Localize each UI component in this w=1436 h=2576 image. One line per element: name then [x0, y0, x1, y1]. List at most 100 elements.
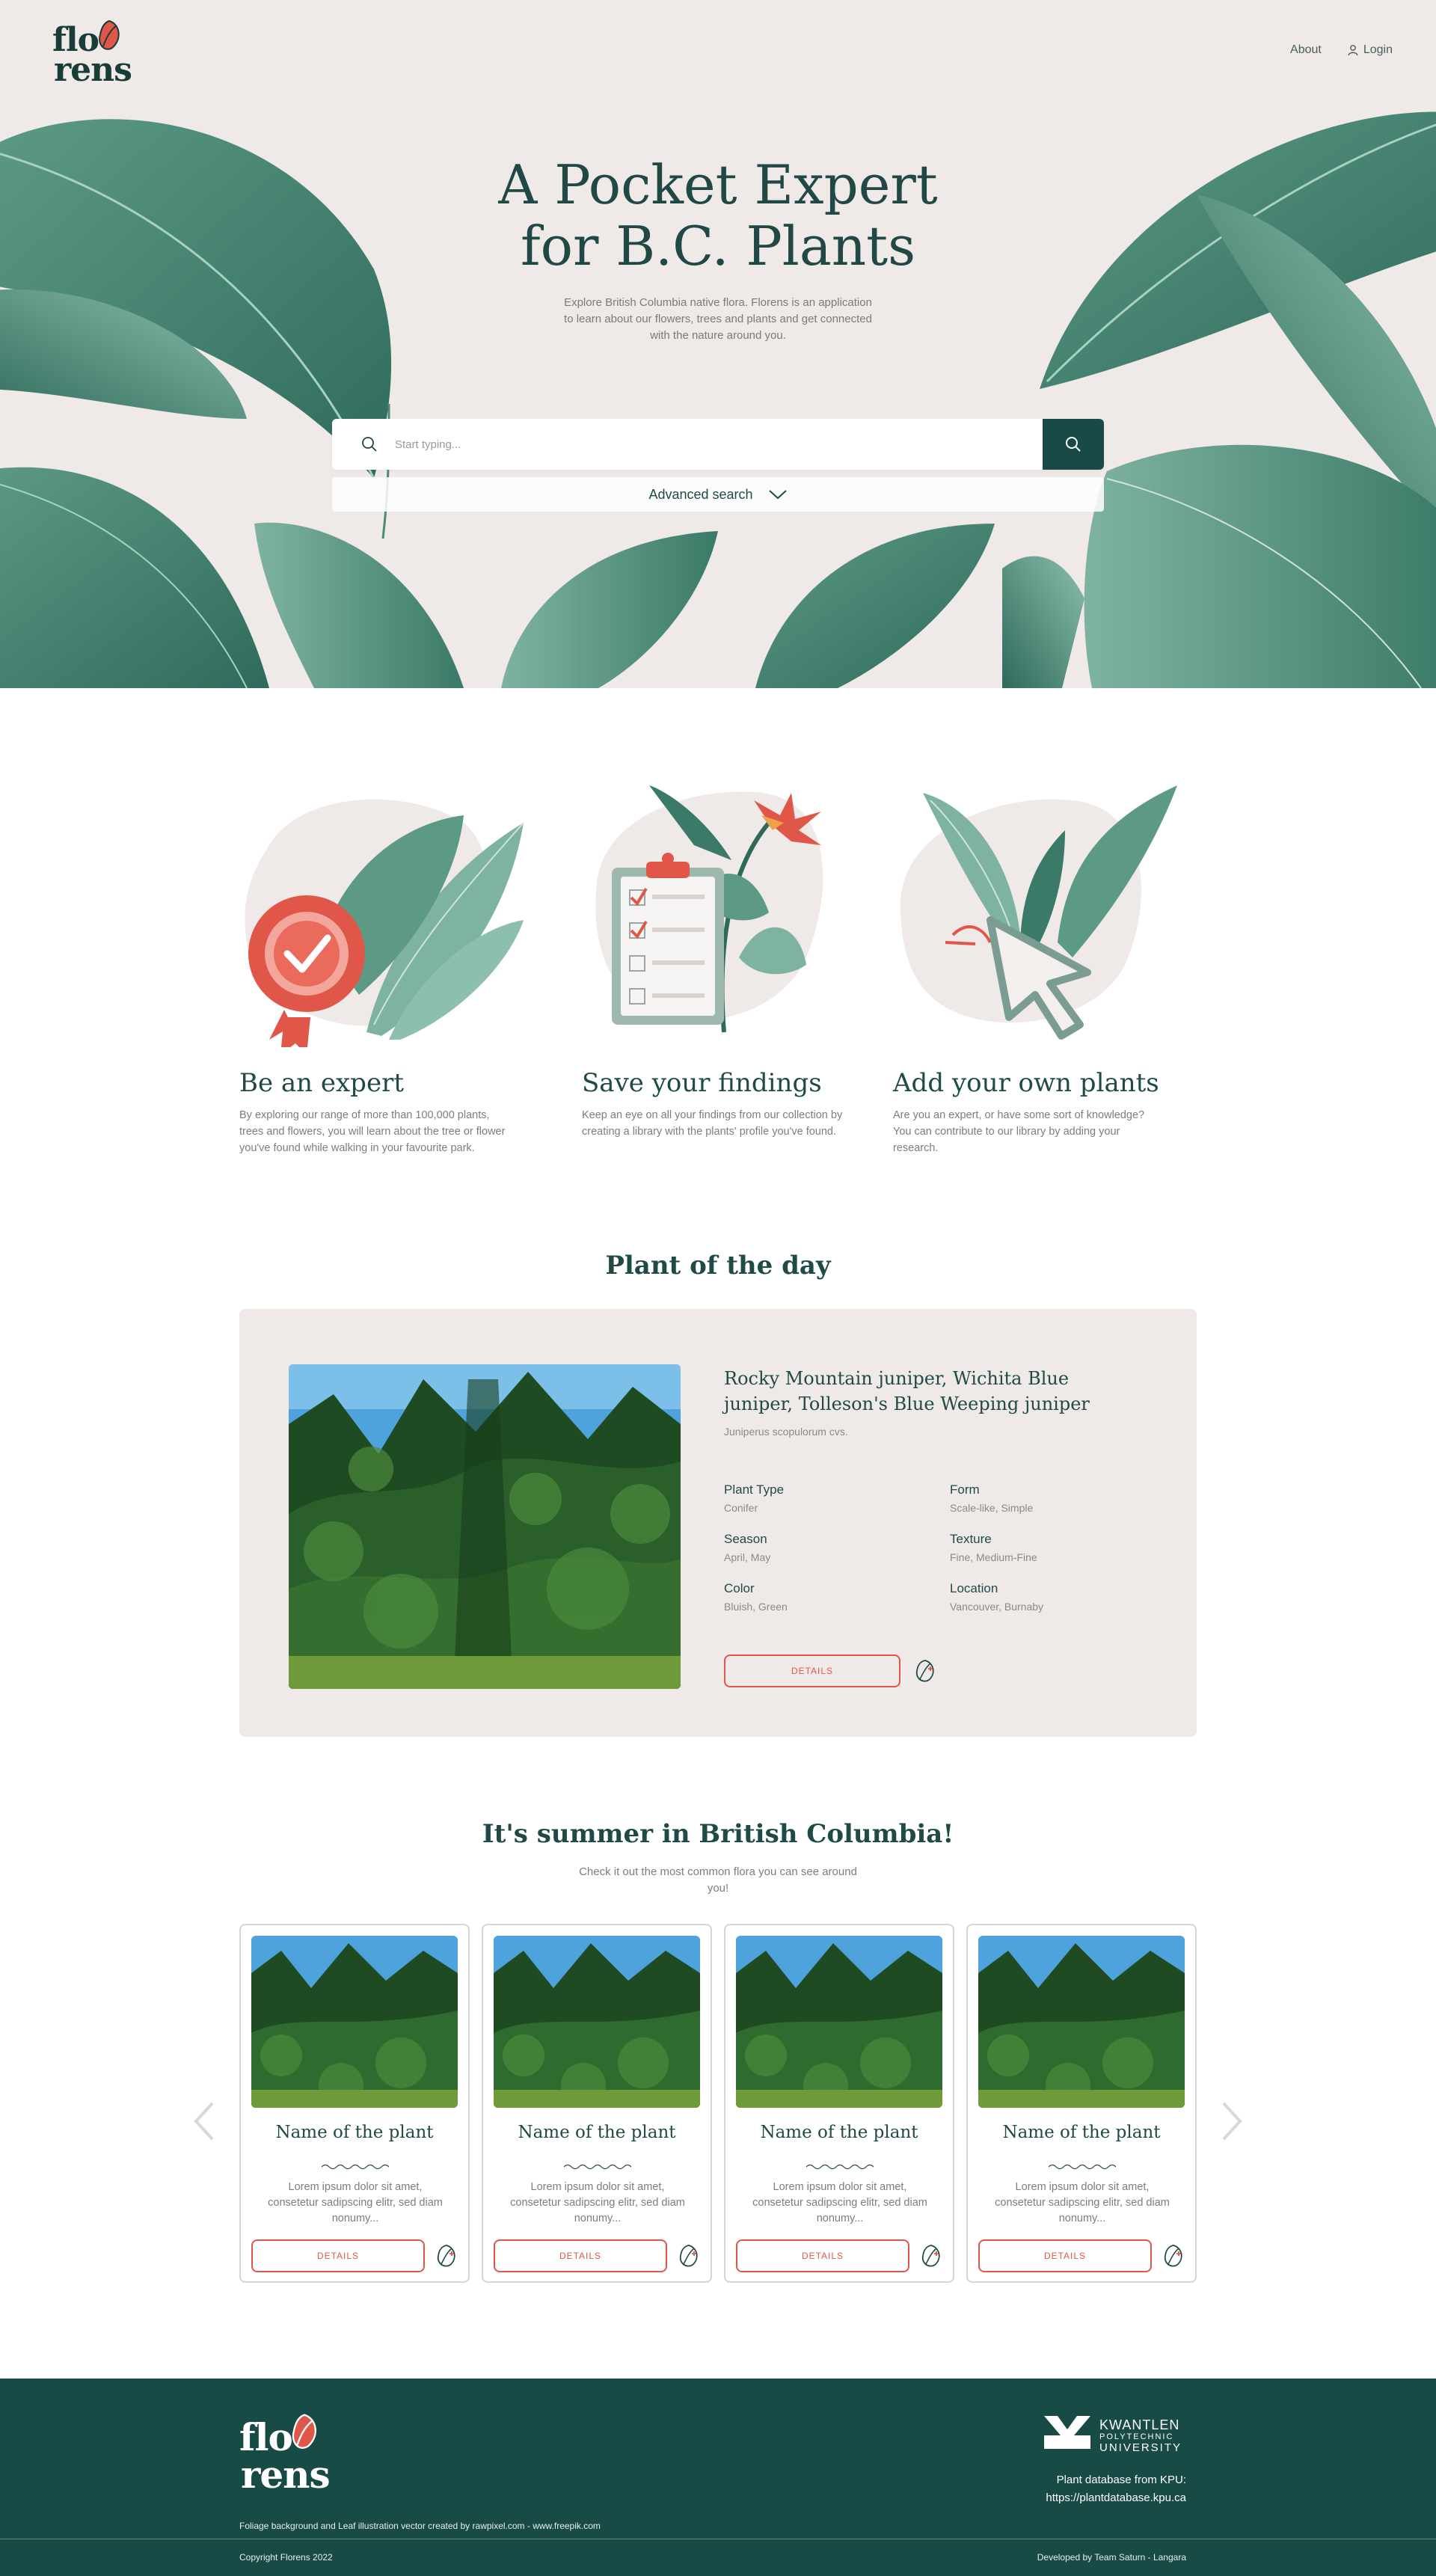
plant-card-image [736, 1936, 942, 2108]
details-button[interactable]: DETAILS [251, 2239, 425, 2272]
plant-card-image [494, 1936, 700, 2108]
attr-form: Form Scale-like, Simple [950, 1482, 1159, 1514]
attr-key: Plant Type [724, 1482, 785, 1497]
clipboard-checklist-illustration [595, 785, 823, 1033]
plant-card[interactable]: Name of the plant Lorem ipsum dolor sit … [239, 1924, 470, 2283]
advanced-search-label: Advanced search [648, 486, 753, 502]
attr-location: Location Vancouver, Burnaby [950, 1581, 1159, 1613]
footer-logo[interactable]: flo rens [239, 2413, 331, 2497]
details-button[interactable]: DETAILS [736, 2239, 909, 2272]
divider-squiggle [322, 2164, 389, 2170]
plant-card-title: Name of the plant [518, 2123, 676, 2142]
logo-text-bottom: rens [54, 51, 132, 89]
kpu-text: POLYTECHNIC [1099, 2432, 1174, 2441]
hero-section: flo rens About Login A Pocket Expert for… [0, 0, 1436, 688]
plant-name: Rocky Mountain juniper, Wichita Blue jun… [724, 1368, 1090, 1414]
plant-card-description: Lorem ipsum dolor sit amet, consetetur s… [268, 2181, 443, 2224]
attr-value: April, May [724, 1551, 771, 1563]
feature-text: Keep an eye on all your findings from ou… [582, 1109, 843, 1138]
attr-key: Season [724, 1532, 767, 1546]
kpu-text: UNIVERSITY [1099, 2441, 1182, 2454]
plant-database-link[interactable]: https://plantdatabase.kpu.ca [1046, 2489, 1186, 2507]
logo-text-bottom: rens [241, 2453, 331, 2497]
plant-database-info: Plant database from KPU: https://plantda… [1046, 2471, 1186, 2507]
user-icon [1348, 45, 1358, 56]
search-icon [362, 437, 377, 452]
plant-photo [289, 1364, 681, 1689]
cursor-arrow-illustration [900, 785, 1177, 1040]
leaf-add-icon[interactable] [918, 2243, 944, 2269]
plant-card[interactable]: Name of the plant Lorem ipsum dolor sit … [724, 1924, 954, 2283]
attr-season: Season April, May [724, 1532, 933, 1563]
search-icon [1066, 437, 1081, 452]
nav-login-label: Login [1363, 43, 1393, 56]
feature-text: By exploring our range of more than 100,… [239, 1109, 506, 1154]
details-button[interactable]: DETAILS [724, 1655, 900, 1687]
divider-squiggle [806, 2164, 874, 2170]
logo-leaf-icon [292, 2414, 316, 2449]
plant-latin-name: Juniperus scopulorum cvs. [724, 1426, 848, 1438]
plant-card-title: Name of the plant [275, 2123, 434, 2142]
nav-login[interactable]: Login [1347, 43, 1393, 57]
site-logo[interactable]: flo rens [52, 19, 132, 87]
attr-key: Texture [950, 1532, 992, 1546]
kpu-logo[interactable]: KWANTLEN POLYTECHNIC UNIVERSITY [1043, 2413, 1185, 2455]
feature-title: Save your findings [582, 1068, 822, 1098]
copyright: Copyright Florens 2022 [239, 2552, 333, 2563]
divider-squiggle [564, 2164, 631, 2170]
plant-card[interactable]: Name of the plant Lorem ipsum dolor sit … [966, 1924, 1197, 2283]
summer-title: It's summer in British Columbia! [482, 1819, 954, 1849]
hero-title-line2: for B.C. Plants [520, 215, 916, 277]
plant-of-day-title: Plant of the day [605, 1251, 831, 1281]
divider-squiggle [1049, 2164, 1116, 2170]
plant-card-image [251, 1936, 458, 2108]
logo-leaf-icon [99, 19, 120, 50]
chevron-right-icon[interactable] [1221, 2102, 1243, 2141]
details-button[interactable]: DETAILS [978, 2239, 1152, 2272]
search-button[interactable] [1043, 419, 1104, 470]
top-nav: About Login [1290, 43, 1393, 57]
attr-value: Conifer [724, 1502, 758, 1514]
attr-plant-type: Plant Type Conifer [724, 1482, 933, 1514]
plant-database-label: Plant database from KPU: [1056, 2474, 1186, 2486]
advanced-search-toggle[interactable]: Advanced search [332, 477, 1104, 512]
feature-be-expert: Be an expert By exploring our range of m… [239, 778, 553, 1182]
summer-subtitle: Check it out the most common flora you c… [579, 1865, 857, 1895]
search-input[interactable] [395, 429, 978, 459]
attr-value: Vancouver, Burnaby [950, 1601, 1044, 1613]
logo-text-top: flo [239, 2415, 293, 2459]
kpu-text: KWANTLEN [1099, 2417, 1180, 2432]
details-button[interactable]: DETAILS [494, 2239, 667, 2272]
feature-title: Be an expert [239, 1068, 404, 1098]
chevron-down-icon [768, 490, 787, 500]
attr-key: Form [950, 1482, 980, 1497]
attr-value: Scale-like, Simple [950, 1502, 1034, 1514]
plant-card-image [978, 1936, 1185, 2108]
leaf-add-icon[interactable] [1161, 2243, 1186, 2269]
attr-value: Bluish, Green [724, 1601, 788, 1613]
search-bar [332, 419, 1104, 470]
attr-color: Color Bluish, Green [724, 1581, 933, 1613]
hero-title-line1: A Pocket Expert [498, 153, 938, 216]
foliage-background [0, 111, 1436, 688]
attr-key: Color [724, 1581, 755, 1595]
plant-of-day-card: Rocky Mountain juniper, Wichita Blue jun… [239, 1309, 1197, 1737]
leaf-add-icon[interactable] [676, 2243, 702, 2269]
leaf-add-icon[interactable] [434, 2243, 459, 2269]
nav-about[interactable]: About [1290, 43, 1322, 57]
kpu-mark-icon [1044, 2416, 1090, 2449]
award-ribbon-illustration [245, 799, 524, 1047]
leaf-add-icon[interactable] [912, 1658, 938, 1684]
site-footer: flo rens KWANTLEN POLYTECHNIC UNIVERSITY… [0, 2379, 1436, 2576]
chevron-left-icon[interactable] [193, 2102, 215, 2141]
hero-subtitle: Explore British Columbia native flora. F… [564, 296, 872, 342]
plant-card[interactable]: Name of the plant Lorem ipsum dolor sit … [482, 1924, 712, 2283]
plant-card-title: Name of the plant [1002, 2123, 1161, 2142]
hero-title: A Pocket Expert for B.C. Plants [419, 154, 1017, 277]
feature-add-plants: Add your own plants Are you an expert, o… [893, 778, 1207, 1182]
attr-key: Location [950, 1581, 998, 1595]
plant-card-title: Name of the plant [760, 2123, 918, 2142]
plant-card-description: Lorem ipsum dolor sit amet, consetetur s… [510, 2181, 685, 2224]
feature-save-findings: Save your findings Keep an eye on all yo… [582, 778, 896, 1182]
plant-card-description: Lorem ipsum dolor sit amet, consetetur s… [995, 2181, 1170, 2224]
